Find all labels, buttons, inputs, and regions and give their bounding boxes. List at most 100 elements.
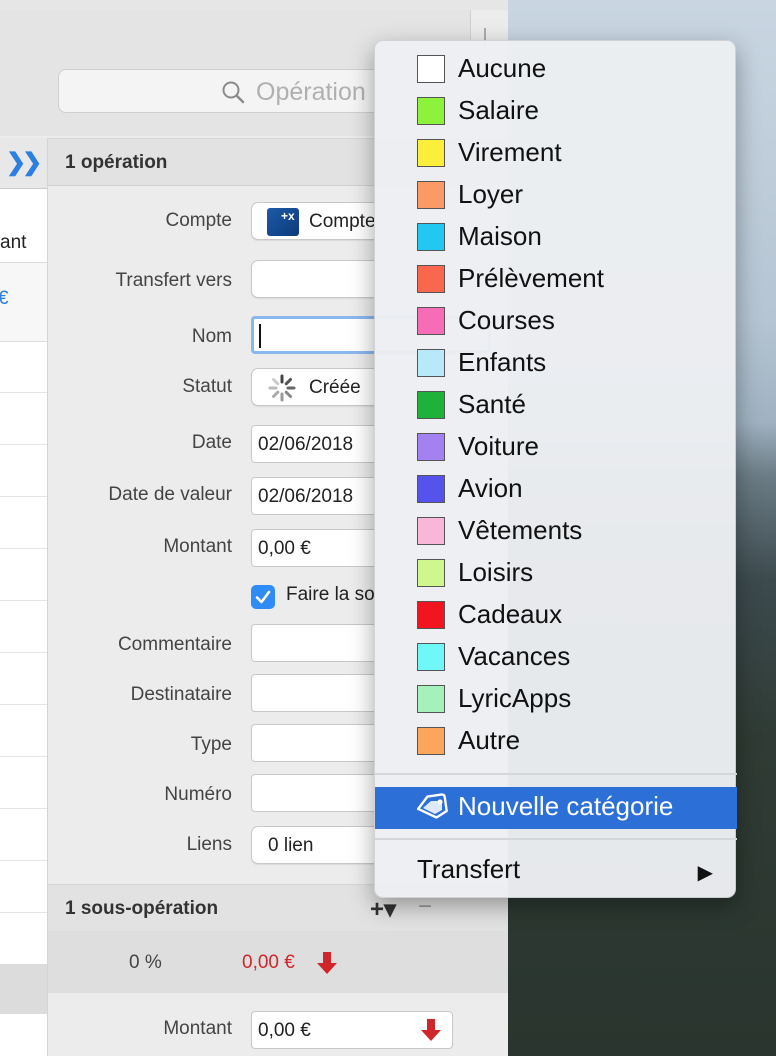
sub-operation-amount: 0,00 €: [242, 952, 295, 973]
menu-separator: [375, 773, 737, 775]
category-label: Loyer: [458, 179, 524, 209]
split-checkbox[interactable]: [251, 585, 275, 609]
sub-amount-field[interactable]: 0,00 €: [251, 1011, 453, 1049]
category-label: Aucune: [458, 53, 547, 83]
category-color-swatch: [417, 223, 445, 251]
category-color-swatch: [417, 559, 445, 587]
date-label: Date: [191, 432, 232, 453]
date-valeur-label: Date de valeur: [108, 484, 232, 505]
category-label: Salaire: [458, 95, 539, 125]
transfert-label: Transfert vers: [115, 270, 233, 291]
category-color-swatch: [417, 97, 445, 125]
row-divider: [0, 860, 47, 861]
category-menu-item[interactable]: Virement: [375, 133, 737, 175]
menu-separator: [375, 838, 737, 840]
row-divider: [0, 600, 47, 601]
numero-label: Numéro: [164, 784, 232, 805]
tag-icon: [416, 793, 448, 819]
category-label: Loisirs: [458, 557, 534, 587]
category-label: Vacances: [458, 641, 571, 671]
category-menu-item[interactable]: Aucune: [375, 49, 737, 91]
category-color-swatch: [417, 139, 445, 167]
category-menu-item[interactable]: Autre: [375, 721, 737, 763]
category-color-swatch: [417, 55, 445, 83]
row-divider: [0, 444, 47, 445]
links-value: 0 lien: [268, 835, 314, 856]
new-category-menu-item[interactable]: Nouvelle catégorie: [375, 787, 737, 829]
category-menu-item[interactable]: Salaire: [375, 91, 737, 133]
category-label: Courses: [458, 305, 555, 335]
date-value: 02/06/2018: [258, 434, 354, 455]
list-item-amount: €: [0, 288, 9, 309]
compte-label: Compte: [165, 210, 232, 231]
row-divider: [0, 912, 47, 913]
row-divider: [0, 392, 47, 393]
category-menu-item[interactable]: Vêtements: [375, 511, 737, 553]
category-color-swatch: [417, 181, 445, 209]
category-color-swatch: [417, 727, 445, 755]
title-bar: [0, 0, 508, 10]
search-placeholder: Opération: [256, 78, 366, 106]
transfer-submenu-item[interactable]: Transfert ▶: [375, 850, 737, 892]
category-color-swatch: [417, 391, 445, 419]
add-sub-operation-button[interactable]: +▾: [370, 895, 396, 924]
category-color-swatch: [417, 265, 445, 293]
category-color-swatch: [417, 307, 445, 335]
category-label: Vêtements: [458, 515, 583, 545]
category-menu[interactable]: Aucune Salaire Virement Loyer Maison Prélèvem…: [374, 40, 737, 898]
category-menu-item[interactable]: Avion: [375, 469, 737, 511]
sub-montant-label: Montant: [163, 1018, 232, 1039]
expand-chevrons-icon[interactable]: ❯❯: [6, 148, 42, 177]
bank-logo-icon: +x: [267, 208, 299, 236]
category-menu-item[interactable]: Prélèvement: [375, 259, 737, 301]
amount-value: 0,00 €: [258, 538, 311, 559]
expense-arrow-icon: [421, 1019, 441, 1041]
search-icon: [222, 81, 245, 104]
checkmark-icon: [255, 590, 271, 604]
category-menu-item[interactable]: Voiture: [375, 427, 737, 469]
category-menu-item[interactable]: Maison: [375, 217, 737, 259]
submenu-arrow-icon: ▶: [697, 862, 713, 884]
category-menu-item[interactable]: Courses: [375, 301, 737, 343]
category-label: Santé: [458, 389, 526, 419]
row-divider: [0, 496, 47, 497]
category-color-swatch: [417, 433, 445, 461]
category-color-swatch: [417, 349, 445, 377]
category-menu-item[interactable]: Loyer: [375, 175, 737, 217]
category-color-swatch: [417, 643, 445, 671]
category-color-swatch: [417, 517, 445, 545]
destinataire-label: Destinataire: [130, 684, 232, 705]
account-value: Compte: [309, 211, 376, 232]
category-menu-item[interactable]: Loisirs: [375, 553, 737, 595]
category-label: Autre: [458, 725, 521, 755]
category-label: Voiture: [458, 431, 539, 461]
category-color-swatch: [417, 475, 445, 503]
category-menu-item[interactable]: Santé: [375, 385, 737, 427]
category-menu-item[interactable]: LyricApps: [375, 679, 737, 721]
transactions-list[interactable]: ❯❯ ant €: [0, 138, 48, 1056]
category-label: Avion: [458, 473, 523, 503]
row-divider: [0, 548, 47, 549]
montant-label: Montant: [163, 536, 232, 557]
split-checkbox-label: Faire la so: [286, 584, 375, 605]
category-label: Prélèvement: [458, 263, 604, 293]
category-menu-item[interactable]: Vacances: [375, 637, 737, 679]
category-label: Virement: [458, 137, 562, 167]
sub-operation-count: 1 sous-opération: [65, 898, 219, 919]
category-color-swatch: [417, 685, 445, 713]
text-caret: [259, 324, 261, 348]
status-value: Créée: [309, 377, 361, 398]
sub-operation-percent: 0 %: [129, 952, 162, 973]
statut-label: Statut: [182, 376, 232, 397]
transfer-label: Transfert: [417, 854, 521, 884]
category-label: LyricApps: [458, 683, 572, 713]
sub-amount-value: 0,00 €: [258, 1020, 311, 1041]
category-menu-item[interactable]: Cadeaux: [375, 595, 737, 637]
row-divider: [0, 756, 47, 757]
row-divider: [0, 704, 47, 705]
liens-label: Liens: [186, 834, 232, 855]
type-label: Type: [190, 734, 232, 755]
operation-count: 1 opération: [65, 152, 168, 173]
category-menu-item[interactable]: Enfants: [375, 343, 737, 385]
category-label: Cadeaux: [458, 599, 563, 629]
